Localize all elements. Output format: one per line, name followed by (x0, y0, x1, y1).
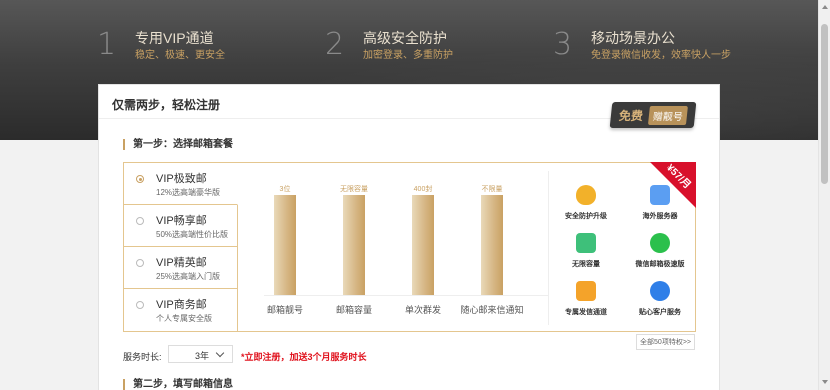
step-1-title: 第一步：选择邮箱套餐 (123, 139, 233, 150)
chart-bar (481, 195, 503, 295)
chart-baseline (264, 295, 548, 296)
feature-subtitle: 稳定、极速、更安全 (135, 50, 225, 61)
plan-option-vip-elite[interactable]: VIP精英邮 25%选高端入门版 (124, 247, 238, 289)
registration-card: 仅需两步，轻松注册 免费 赠靓号 第一步：选择邮箱套餐 VIP极致邮 12%选高… (98, 84, 720, 390)
step-2-title: 第二步，填写邮箱信息 (123, 379, 233, 390)
plan-desc: 25%选高端入门版 (156, 272, 221, 281)
scroll-down-icon[interactable] (822, 380, 828, 384)
radio[interactable] (136, 301, 144, 309)
scrollbar[interactable] (818, 0, 830, 390)
feature-1: 1 专用VIP通道 稳定、极速、更安全 (97, 29, 225, 63)
privilege-label: 无限容量 (572, 261, 600, 268)
privilege-item: 贴心客户服务 (623, 281, 697, 317)
radio[interactable] (136, 259, 144, 267)
gift-number-label: 赠靓号 (648, 105, 689, 125)
category-label: 单次群发 (404, 305, 441, 315)
category-label: 邮箱靓号 (266, 305, 303, 315)
promo-text: *立即注册，加送3个月服务时长 (241, 352, 367, 362)
privilege-label: 微信邮箱极速版 (635, 261, 685, 268)
category-label: 随心邮来信通知 (460, 305, 524, 315)
scroll-thumb[interactable] (821, 24, 828, 184)
bar-value-label: 400封 (413, 186, 433, 193)
plan-desc: 个人专属安全版 (156, 314, 212, 323)
free-label: 免费 (618, 108, 644, 123)
free-number-badge: 免费 赠靓号 (609, 102, 697, 128)
privilege-label: 专属发信通道 (565, 309, 607, 316)
scroll-up-icon[interactable] (822, 5, 828, 9)
privilege-label: 海外服务器 (642, 213, 678, 220)
bar-value-label: 无限容量 (340, 186, 368, 193)
feature-title: 专用VIP通道 (135, 30, 214, 46)
plan-desc: 12%选高端豪华版 (156, 188, 221, 197)
bar-value-label: 不限量 (481, 186, 503, 193)
feature-2: 2 高级安全防护 加密登录、多重防护 (325, 29, 453, 63)
plan-name: VIP极致邮 (156, 173, 207, 185)
radio[interactable] (136, 217, 144, 225)
headset-icon (650, 281, 670, 301)
privilege-label: 安全防护升级 (565, 213, 607, 220)
feature-title: 移动场景办公 (591, 30, 675, 46)
duration-value: 3年 (195, 351, 210, 361)
duration-select[interactable]: 3年 (168, 345, 233, 363)
chart-bar (274, 195, 296, 295)
card-title: 仅需两步，轻松注册 (112, 98, 221, 112)
radio-selected[interactable] (136, 175, 144, 183)
plan-desc: 50%选高端性价比版 (156, 230, 229, 239)
plans-box: VIP极致邮 12%选高端豪华版 VIP畅享邮 50%选高端性价比版 VIP精英… (123, 162, 696, 332)
privilege-label: 贴心客户服务 (639, 309, 681, 316)
feature-number: 1 (97, 27, 117, 62)
privilege-item: 专属发信通道 (549, 281, 623, 317)
feature-bar-chart: 3位邮箱靓号 无限容量邮箱容量 400封单次群发 不限量随心邮来信通知 (240, 163, 548, 331)
feature-number: 2 (325, 27, 345, 62)
price-ribbon: ¥57/月 (650, 162, 696, 208)
privilege-item: 微信邮箱极速版 (623, 233, 697, 269)
duration-label: 服务时长: (123, 352, 162, 362)
bar-value-label: 3位 (279, 186, 291, 193)
plan-name: VIP精英邮 (156, 257, 207, 269)
privilege-item: 安全防护升级 (549, 185, 623, 221)
feature-number: 3 (553, 27, 573, 62)
chevron-down-icon (215, 348, 225, 358)
plan-option-vip-business[interactable]: VIP商务邮 个人专属安全版 (124, 289, 238, 331)
ribbon-price: ¥57/月 (663, 162, 693, 192)
plan-option-vip-ultimate[interactable]: VIP极致邮 12%选高端豪华版 (124, 163, 238, 205)
feature-3: 3 移动场景办公 免登录微信收发，效率快人一步 (553, 29, 731, 63)
chart-bar (412, 195, 434, 295)
battery-icon (576, 233, 596, 253)
plan-name: VIP畅享邮 (156, 215, 207, 227)
category-label: 邮箱容量 (335, 305, 372, 315)
plan-option-vip-enjoy[interactable]: VIP畅享邮 50%选高端性价比版 (124, 205, 238, 247)
feature-subtitle: 免登录微信收发，效率快人一步 (591, 50, 731, 61)
wechat-icon (650, 233, 670, 253)
feature-subtitle: 加密登录、多重防护 (363, 50, 453, 61)
chart-bar (343, 195, 365, 295)
plan-name: VIP商务邮 (156, 299, 207, 311)
mail-shield-icon (576, 281, 596, 301)
feature-title: 高级安全防护 (363, 30, 447, 46)
all-privileges-link[interactable]: 全部50项特权>> (636, 334, 695, 350)
shield-icon (576, 185, 596, 205)
privilege-item: 无限容量 (549, 233, 623, 269)
